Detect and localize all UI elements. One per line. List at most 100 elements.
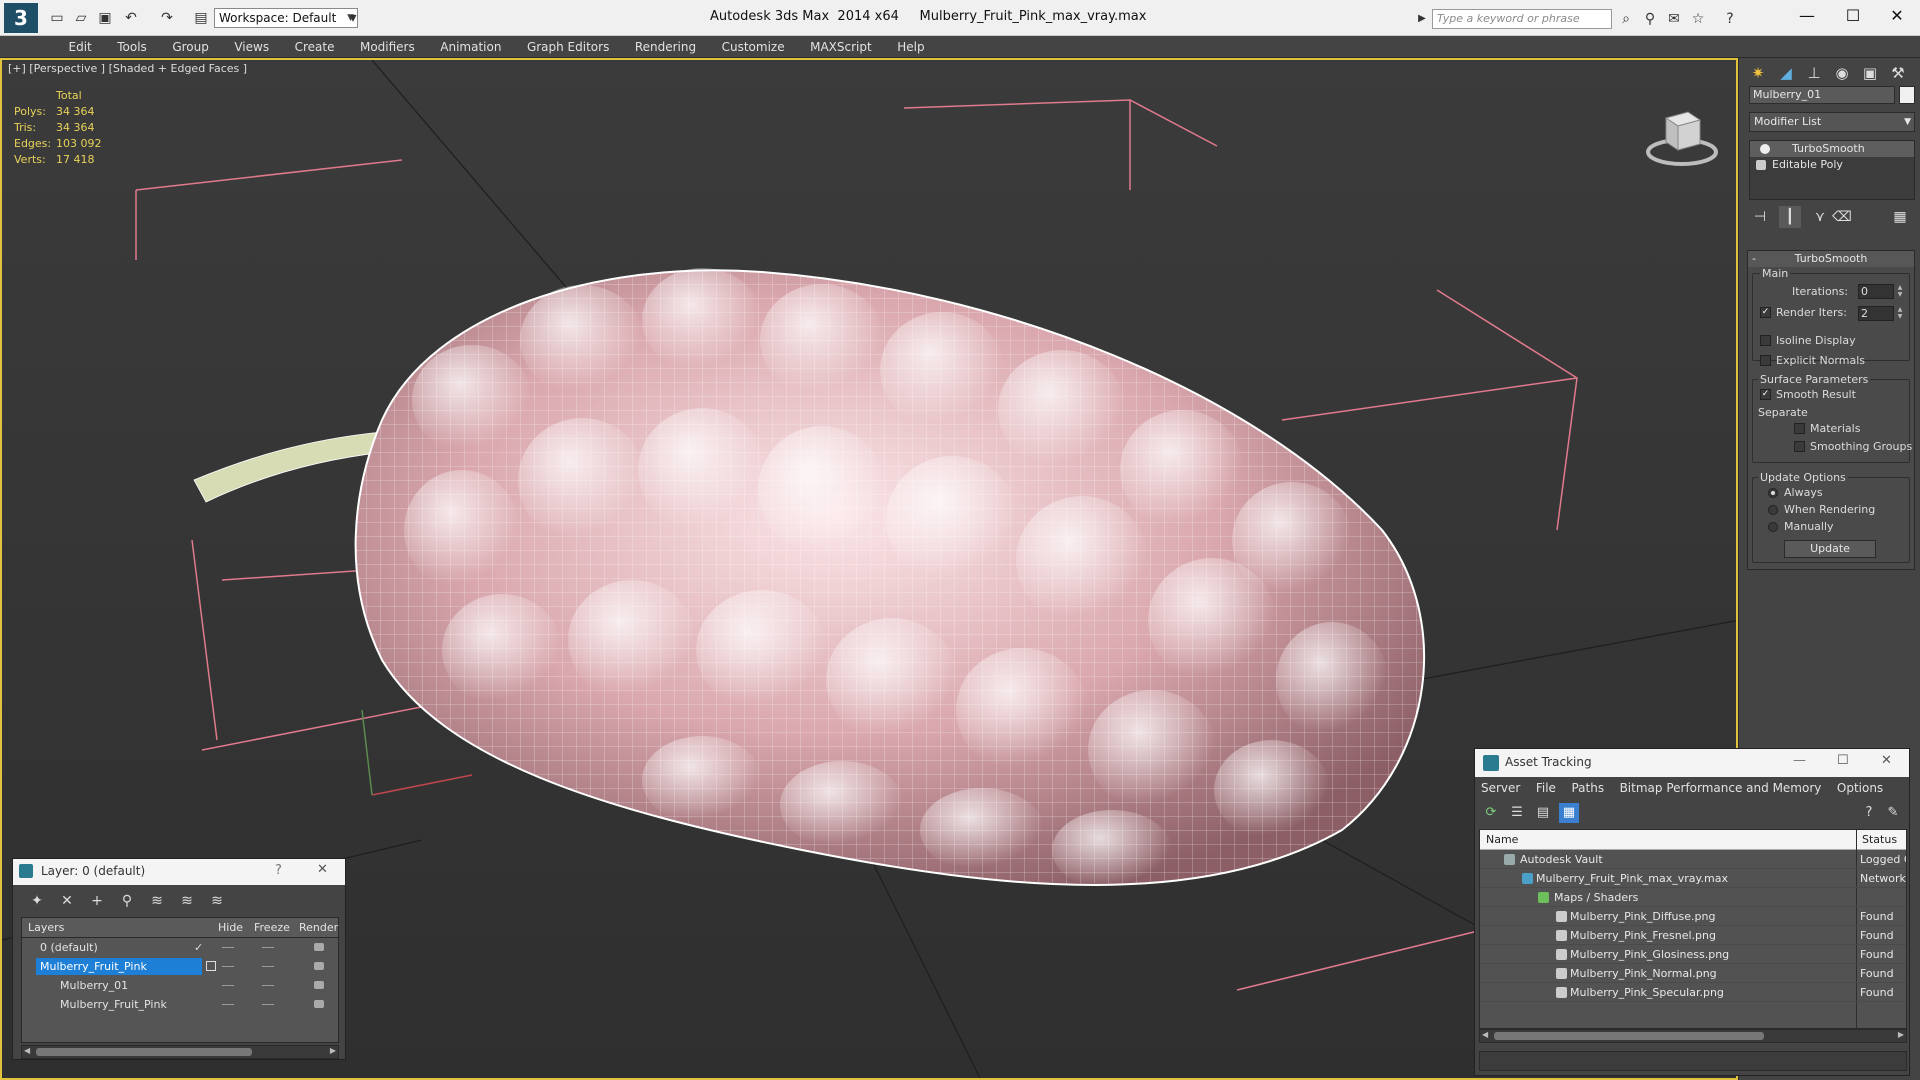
materials-checkbox[interactable] xyxy=(1794,423,1805,434)
layer-name[interactable]: 0 (default) xyxy=(36,939,202,956)
spinner-arrows-icon[interactable]: ▲ ▼ xyxy=(1896,306,1904,321)
asset-row[interactable]: Maps / Shaders xyxy=(1480,888,1906,907)
asset-row[interactable]: Mulberry_Pink_Normal.png Found xyxy=(1480,964,1906,983)
render-iters-checkbox[interactable]: ✓ xyxy=(1760,307,1771,318)
close-button[interactable]: ✕ xyxy=(1874,0,1920,32)
layer-row[interactable]: Mulberry_01 xyxy=(22,976,338,995)
close-icon[interactable]: ✕ xyxy=(317,862,328,877)
minimize-button[interactable]: — xyxy=(1784,0,1830,32)
menu-maxscript[interactable]: MAXScript xyxy=(799,36,883,58)
asset-menu-bitmap[interactable]: Bitmap Performance and Memory xyxy=(1614,777,1828,799)
freeze-all-icon[interactable]: ≋ xyxy=(207,891,227,911)
show-end-result-icon[interactable]: ┃ xyxy=(1779,206,1801,228)
detail-view-icon[interactable]: ▤ xyxy=(1533,803,1553,823)
redo-icon[interactable]: ↷ xyxy=(158,9,176,27)
configure-sets-icon[interactable]: ▦ xyxy=(1889,206,1911,228)
utilities-tab-icon[interactable]: ⚒ xyxy=(1885,60,1911,86)
stack-item-turbosmooth[interactable]: TurboSmooth xyxy=(1750,141,1914,157)
asset-horizontal-scrollbar[interactable]: ◀ ▶ xyxy=(1479,1029,1907,1043)
subscription-icon[interactable]: ⚲ xyxy=(1640,9,1660,29)
search-input[interactable]: Type a keyword or phrase xyxy=(1432,9,1612,29)
asset-name[interactable]: Mulberry_Fruit_Pink_max_vray.max xyxy=(1536,869,1728,888)
app-logo-icon[interactable]: 3 xyxy=(4,3,38,33)
iterations-spinner[interactable]: 0 xyxy=(1858,284,1894,299)
smooth-result-checkbox[interactable]: ✓ xyxy=(1760,389,1771,400)
menu-rendering[interactable]: Rendering xyxy=(624,36,707,58)
active-layer-check-icon[interactable]: ✓ xyxy=(194,938,203,957)
modifier-list-dropdown[interactable]: Modifier List ▼ xyxy=(1749,112,1915,132)
col-freeze[interactable]: Freeze xyxy=(254,918,290,938)
undo-icon[interactable]: ↶ xyxy=(122,9,140,27)
col-name[interactable]: Name xyxy=(1486,830,1518,850)
object-name-field[interactable]: Mulberry_01 xyxy=(1749,86,1895,104)
project-folder-icon[interactable]: ▤ xyxy=(192,9,210,27)
remove-modifier-icon[interactable]: ⌫ xyxy=(1831,206,1853,228)
asset-window-titlebar[interactable]: Asset Tracking — ☐ ✕ xyxy=(1475,749,1909,777)
menu-customize[interactable]: Customize xyxy=(711,36,796,58)
highlight-layer-icon[interactable]: ≋ xyxy=(147,891,167,911)
layer-horizontal-scrollbar[interactable]: ◀ ▶ xyxy=(21,1045,339,1059)
minimize-button[interactable]: — xyxy=(1793,753,1806,768)
object-color-swatch[interactable] xyxy=(1899,86,1915,104)
lightbulb-icon[interactable] xyxy=(1760,144,1770,154)
isoline-display-checkbox[interactable] xyxy=(1760,335,1771,346)
layer-row[interactable]: Mulberry_Fruit_Pink xyxy=(22,957,338,976)
asset-name[interactable]: Mulberry_Pink_Glosiness.png xyxy=(1570,945,1729,964)
scroll-thumb[interactable] xyxy=(36,1048,252,1056)
asset-name[interactable]: Autodesk Vault xyxy=(1520,850,1603,869)
scroll-left-icon[interactable]: ◀ xyxy=(24,1046,30,1055)
asset-name[interactable]: Mulberry_Pink_Diffuse.png xyxy=(1570,907,1715,926)
binoculars-icon[interactable]: ⌕ xyxy=(1616,9,1636,29)
layer-row[interactable]: Mulberry_Fruit_Pink xyxy=(22,995,338,1014)
refresh-icon[interactable]: ⟳ xyxy=(1481,803,1501,823)
delete-layer-icon[interactable]: ✕ xyxy=(57,891,77,911)
hide-all-icon[interactable]: ≋ xyxy=(177,891,197,911)
asset-menu-paths[interactable]: Paths xyxy=(1565,777,1610,799)
help-icon[interactable]: ? xyxy=(275,863,282,878)
table-view-icon[interactable]: ▦ xyxy=(1559,803,1579,823)
new-file-icon[interactable]: ▭ xyxy=(48,9,66,27)
rollout-title[interactable]: - TurboSmooth xyxy=(1748,251,1914,267)
asset-menu-options[interactable]: Options xyxy=(1831,777,1889,799)
col-render[interactable]: Render xyxy=(299,918,339,938)
maximize-button[interactable]: ☐ xyxy=(1830,0,1876,32)
motion-tab-icon[interactable]: ◉ xyxy=(1829,60,1855,86)
scroll-left-icon[interactable]: ◀ xyxy=(1482,1030,1488,1039)
explicit-normals-checkbox[interactable] xyxy=(1760,355,1771,366)
menu-modifiers[interactable]: Modifiers xyxy=(349,36,426,58)
make-active-box-icon[interactable] xyxy=(206,961,216,971)
layer-object-name[interactable]: Mulberry_01 xyxy=(56,977,222,994)
scroll-right-icon[interactable]: ▶ xyxy=(330,1046,336,1055)
col-hide[interactable]: Hide xyxy=(218,918,243,938)
menu-views[interactable]: Views xyxy=(223,36,280,58)
asset-name[interactable]: Mulberry_Pink_Specular.png xyxy=(1570,983,1724,1002)
list-view-icon[interactable]: ☰ xyxy=(1507,803,1527,823)
display-tab-icon[interactable]: ▣ xyxy=(1857,60,1883,86)
asset-row[interactable]: Autodesk Vault Logged C xyxy=(1480,850,1906,869)
asset-row[interactable]: Mulberry_Pink_Fresnel.png Found xyxy=(1480,926,1906,945)
viewport-label[interactable]: [+] [Perspective ] [Shaded + Edged Faces… xyxy=(8,62,247,75)
menu-group[interactable]: Group xyxy=(161,36,220,58)
create-tab-icon[interactable]: ✷ xyxy=(1745,60,1771,86)
asset-menu-server[interactable]: Server xyxy=(1475,777,1526,799)
asset-status-field[interactable] xyxy=(1479,1051,1907,1071)
asset-row[interactable]: Mulberry_Pink_Glosiness.png Found xyxy=(1480,945,1906,964)
asset-row[interactable]: Mulberry_Pink_Diffuse.png Found xyxy=(1480,907,1906,926)
render-teapot-icon[interactable] xyxy=(314,943,324,951)
make-unique-icon[interactable]: ⋎ xyxy=(1809,206,1831,228)
asset-name[interactable]: Mulberry_Pink_Normal.png xyxy=(1570,964,1717,983)
when-rendering-radio[interactable] xyxy=(1768,505,1778,515)
scroll-thumb[interactable] xyxy=(1494,1032,1764,1040)
render-teapot-icon[interactable] xyxy=(314,962,324,970)
hierarchy-tab-icon[interactable]: ⊥ xyxy=(1801,60,1827,86)
close-button[interactable]: ✕ xyxy=(1881,753,1892,768)
menu-tools[interactable]: Tools xyxy=(106,36,158,58)
search-expand-icon[interactable]: ▶ xyxy=(1416,9,1428,29)
modifier-stack[interactable]: TurboSmooth Editable Poly xyxy=(1749,140,1915,200)
viewcube-icon[interactable] xyxy=(1642,88,1722,174)
smoothing-groups-checkbox[interactable] xyxy=(1794,441,1805,452)
modify-tab-icon[interactable]: ◢ xyxy=(1773,60,1799,86)
manually-radio[interactable] xyxy=(1768,522,1778,532)
add-to-layer-icon[interactable]: + xyxy=(87,891,107,911)
menu-animation[interactable]: Animation xyxy=(429,36,512,58)
